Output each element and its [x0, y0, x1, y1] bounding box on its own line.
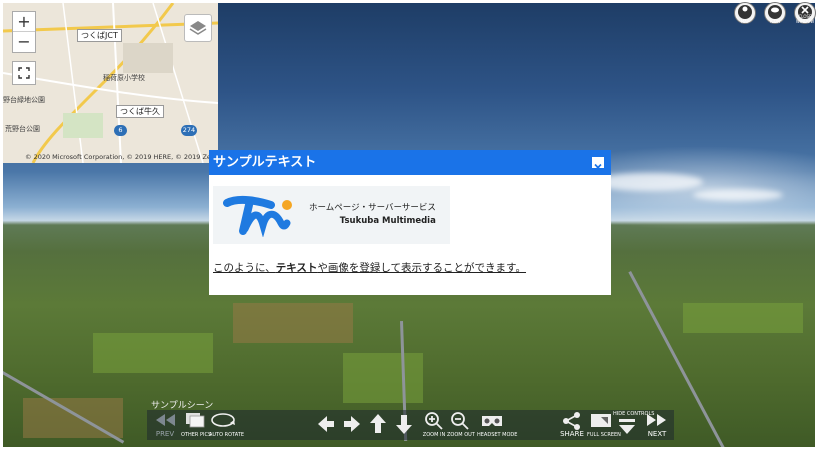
- next-label: NEXT: [647, 430, 667, 438]
- map-zoom-control: + −: [12, 11, 36, 53]
- headset-mode-button[interactable]: HEADSET MODE: [477, 410, 518, 440]
- rotate-icon: [211, 413, 235, 427]
- logo-company-name: Tsukuba Multimedia: [339, 216, 436, 226]
- share-label: SHARE: [560, 430, 584, 438]
- hide-arrow-icon: [619, 419, 635, 434]
- pan-down-button[interactable]: [393, 410, 415, 440]
- map-layers-button[interactable]: [184, 14, 212, 42]
- route-badge-274: 274: [181, 125, 197, 136]
- fullscreen-icon: [591, 414, 611, 427]
- arrow-right-icon: [344, 416, 360, 432]
- map-label-tsukuba-jct: つくばJCT: [77, 29, 122, 42]
- share-button[interactable]: SHARE: [557, 410, 587, 440]
- auto-rotate-button[interactable]: AUTO ROTATE: [209, 410, 244, 440]
- layers-icon: [189, 21, 207, 35]
- hide-controls-label: HIDE CONTROLS: [613, 411, 655, 417]
- icon-toggle-button[interactable]: ICON: [764, 2, 786, 24]
- hide-controls-button[interactable]: HIDE CONTROLS: [613, 410, 655, 440]
- farm-field: [683, 303, 803, 333]
- bottom-toolbar: PREV OTHER PICS AUTO ROTATE ZOOM IN ZOOM…: [147, 410, 674, 440]
- zoom-in-label: ZOOM IN: [422, 432, 446, 438]
- zoom-out-icon: [451, 412, 469, 430]
- arrow-left-icon: [318, 416, 334, 432]
- zoom-in-icon: [425, 412, 443, 430]
- prev-button[interactable]: PREV: [151, 410, 179, 440]
- farm-field: [343, 353, 423, 403]
- farm-field: [93, 333, 213, 373]
- map-toggle-button[interactable]: MAP: [734, 2, 756, 24]
- close-window-button[interactable]: CLOSE WINDOW: [794, 2, 816, 24]
- popup-message-link[interactable]: このように、テキストや画像を登録して表示することができます。: [213, 260, 607, 275]
- map-label-tsukuba-ushiku: つくば牛久: [116, 105, 164, 118]
- zoom-out-label: ZOOM OUT: [447, 432, 475, 438]
- cloud: [693, 189, 783, 201]
- popup-close-button[interactable]: [592, 157, 604, 172]
- route-badge-6: 6: [114, 125, 127, 136]
- auto-rotate-label: AUTO ROTATE: [209, 432, 244, 438]
- logo-tagline: ホームページ・サーバーサービス: [309, 203, 436, 213]
- headset-mode-label: HEADSET MODE: [477, 432, 518, 438]
- popup-message-post: や画像を登録して表示することができます。: [317, 262, 527, 274]
- top-right-controls: MAP ICON CLOSE WINDOW: [734, 2, 816, 24]
- zoom-out-button[interactable]: ZOOM OUT: [447, 410, 475, 440]
- arrow-down-icon: [396, 415, 412, 434]
- pan-left-button[interactable]: [315, 410, 337, 440]
- next-button[interactable]: NEXT: [643, 410, 671, 440]
- popup-title: サンプルテキスト: [213, 155, 317, 170]
- company-logo: ホームページ・サーバーサービス Tsukuba Multimedia: [213, 186, 450, 244]
- other-pics-button[interactable]: OTHER PICS: [181, 410, 212, 440]
- other-pics-label: OTHER PICS: [181, 432, 212, 438]
- map-zoom-out-button[interactable]: −: [13, 32, 35, 52]
- pan-right-button[interactable]: [341, 410, 363, 440]
- map-fullscreen-button[interactable]: [12, 61, 36, 85]
- pan-up-button[interactable]: [367, 410, 389, 440]
- arrow-up-icon: [370, 414, 386, 433]
- full-screen-label: FULL SCREEN: [587, 432, 621, 438]
- pictures-icon: [186, 413, 205, 428]
- popup-message-bold: テキスト: [275, 262, 318, 274]
- tm-logo-icon: [223, 195, 292, 237]
- close-window-label: CLOSE WINDOW: [795, 14, 815, 24]
- full-screen-button[interactable]: FULL SCREEN: [587, 410, 621, 440]
- prev-label: PREV: [155, 430, 175, 438]
- share-icon: [563, 412, 580, 430]
- farm-field: [233, 303, 353, 343]
- fast-forward-icon: [647, 414, 666, 426]
- map-label-school: 稲荷原小学校: [103, 74, 145, 82]
- map-label-park-2: 荒野台公園: [5, 125, 40, 133]
- popup-body: ホームページ・サーバーサービス Tsukuba Multimedia このように…: [209, 175, 611, 275]
- zoom-in-button[interactable]: ZOOM IN: [421, 410, 447, 440]
- icon-toggle-label: ICON: [769, 19, 781, 24]
- close-icon: [594, 163, 602, 172]
- map-copyright: © 2020 Microsoft Corporation, © 2019 HER…: [25, 153, 218, 161]
- map-label-park-1: 野台緑地公園: [3, 96, 45, 104]
- info-popup: サンプルテキスト ホームページ・サーバーサービス Tsukuba Multime…: [209, 150, 611, 295]
- popup-header: サンプルテキスト: [209, 150, 611, 175]
- rewind-icon: [156, 414, 175, 426]
- mini-map[interactable]: つくばJCT 稲荷原小学校 つくば牛久 野台緑地公園 荒野台公園 6 274 ©…: [3, 3, 218, 163]
- map-toggle-label: MAP: [740, 19, 750, 24]
- map-zoom-in-button[interactable]: +: [13, 12, 35, 32]
- fullscreen-icon: [18, 67, 30, 79]
- logo-text: ホームページ・サーバーサービス Tsukuba Multimedia: [309, 202, 436, 228]
- popup-message-pre: このように、: [213, 262, 276, 274]
- vr-headset-icon: [482, 416, 502, 426]
